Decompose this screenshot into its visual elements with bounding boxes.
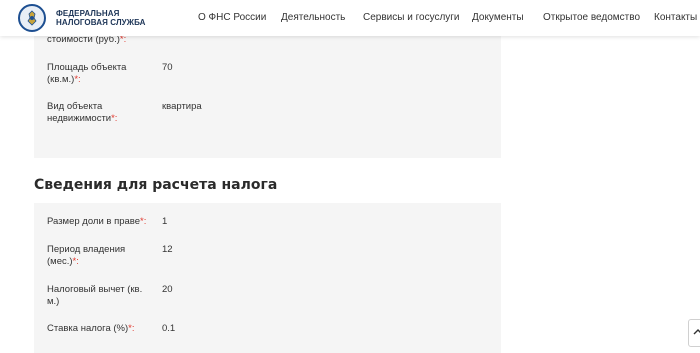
tax-details-panel: Размер доли в праве*: 1 Период владения … [34, 203, 501, 353]
deduction-value: 20 [162, 284, 173, 295]
site-logo[interactable]: ФЕДЕРАЛЬНАЯ НАЛОГОВАЯ СЛУЖБА [18, 4, 146, 32]
required-marker: *: [74, 74, 81, 85]
logo-text: ФЕДЕРАЛЬНАЯ НАЛОГОВАЯ СЛУЖБА [56, 9, 146, 27]
row-label: Площадь объекта (кв.м.)*: [47, 62, 127, 85]
required-marker: *: [128, 323, 135, 334]
required-marker: *: [72, 256, 79, 267]
required-marker: *: [140, 216, 147, 227]
main-nav: О ФНС России Деятельность Сервисы и госу… [198, 12, 700, 26]
row-label: Размер доли в праве*: [47, 216, 147, 227]
fns-emblem-icon [18, 4, 46, 32]
period-value: 12 [162, 244, 173, 255]
property-type-value: квартира [162, 101, 202, 112]
site-header: ФЕДЕРАЛЬНАЯ НАЛОГОВАЯ СЛУЖБА О ФНС Росси… [0, 0, 700, 36]
nav-item-documents[interactable]: Документы [472, 12, 524, 23]
area-value: 70 [162, 62, 173, 73]
row-label: Период владения (мес.)*: [47, 244, 126, 267]
nav-item-about[interactable]: О ФНС России [198, 12, 266, 23]
row-label: Налоговый вычет (кв. м.) [47, 284, 143, 307]
section-title-tax: Сведения для расчета налога [34, 177, 278, 193]
scroll-top-button[interactable] [688, 319, 700, 347]
page: стоимости (руб.)*: Площадь объекта (кв.м… [0, 0, 700, 353]
required-marker: *: [111, 113, 118, 124]
nav-item-open-agency[interactable]: Открытое ведомство [543, 12, 640, 23]
arrow-up-icon [693, 324, 700, 342]
rate-value: 0.1 [162, 323, 176, 334]
nav-item-activity[interactable]: Деятельность [281, 12, 345, 23]
nav-item-contacts[interactable]: Контакты [654, 12, 697, 23]
nav-item-services[interactable]: Сервисы и госуслуги [363, 12, 460, 23]
row-label: Вид объекта недвижимости*: [47, 101, 118, 124]
share-value: 1 [162, 216, 168, 227]
row-label: Ставка налога (%)*: [47, 323, 135, 334]
